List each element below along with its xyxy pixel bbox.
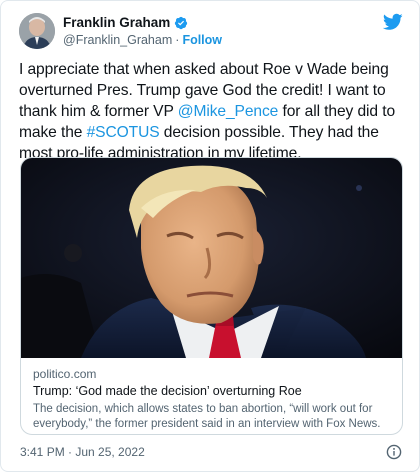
card-image	[21, 158, 402, 358]
timestamp[interactable]: 3:41 PM · Jun 25, 2022	[20, 445, 145, 459]
author-handle[interactable]: @Franklin_Graham	[63, 33, 172, 47]
follow-button[interactable]: Follow	[182, 33, 222, 47]
card-title: Trump: ‘God made the decision’ overturni…	[33, 384, 302, 398]
card-description: The decision, which allows states to ban…	[33, 403, 381, 430]
handle-row: @Franklin_Graham · Follow	[63, 33, 222, 47]
card-domain: politico.com	[33, 367, 97, 381]
tweet-header: Franklin Graham @Franklin_Graham · Follo…	[19, 13, 403, 53]
avatar[interactable]	[19, 13, 55, 49]
tweet-footer: 3:41 PM · Jun 25, 2022	[20, 444, 402, 461]
name-row: Franklin Graham	[63, 15, 188, 30]
hashtag-link[interactable]: #SCOTUS	[87, 124, 160, 141]
mention-link[interactable]: @Mike_Pence	[178, 103, 279, 120]
info-icon[interactable]	[386, 444, 402, 460]
twitter-bird-icon[interactable]	[382, 13, 403, 31]
link-preview-card[interactable]: politico.com Trump: ‘God made the decisi…	[20, 157, 403, 435]
card-meta: politico.com Trump: ‘God made the decisi…	[33, 366, 395, 432]
tweet-embed: Franklin Graham @Franklin_Graham · Follo…	[0, 0, 420, 472]
tweet-text: I appreciate that when asked about Roe v…	[19, 59, 403, 164]
author-display-name[interactable]: Franklin Graham	[63, 15, 170, 30]
separator-dot: ·	[175, 33, 180, 47]
verified-badge-icon	[174, 16, 188, 30]
